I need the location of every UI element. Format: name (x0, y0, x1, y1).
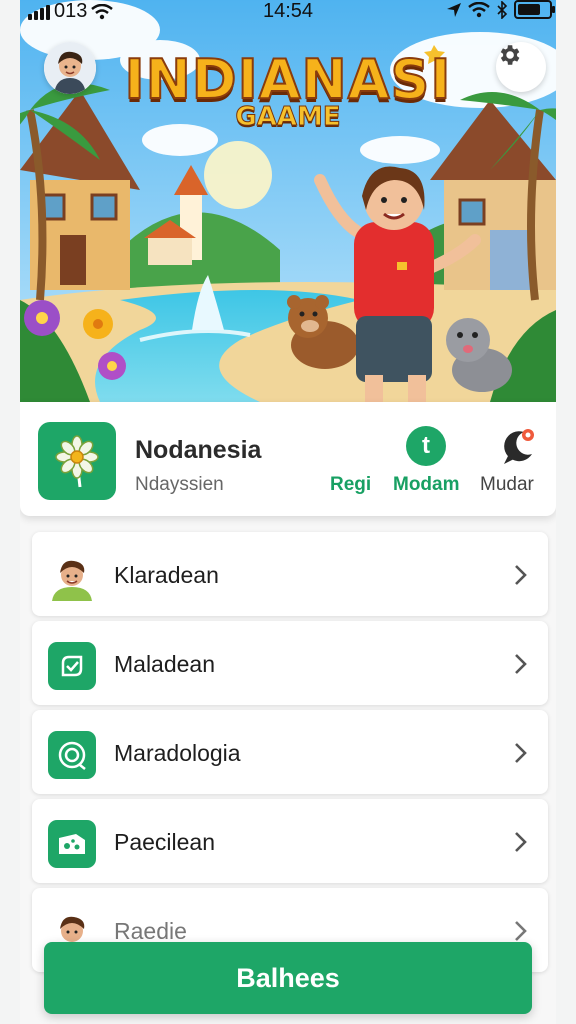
regi-action[interactable]: Regi (330, 474, 371, 496)
app-icon (38, 422, 116, 500)
chevron-right-icon (515, 654, 527, 674)
menu-list: Klaradean Maladean Maradologia Paecilean… (32, 532, 548, 977)
status-bar: 013 14:54 (0, 0, 576, 24)
status-right (446, 0, 555, 19)
primary-action-button[interactable]: Balhees (44, 942, 532, 1014)
bluetooth-icon (497, 0, 508, 19)
chevron-right-icon (515, 565, 527, 585)
list-item[interactable]: Maladean (32, 621, 548, 705)
modam-action[interactable]: Modam (393, 474, 460, 496)
chevron-right-icon (515, 832, 527, 852)
app-screen: INDIANASI GAAME Nodanesia Ndayssien Regi… (20, 0, 556, 1024)
mudar-action[interactable]: Mudar (480, 474, 534, 496)
cheese-icon (48, 820, 96, 868)
app-name: Nodanesia (135, 436, 262, 464)
profile-avatar-button[interactable] (44, 42, 96, 94)
gear-icon (500, 45, 520, 65)
list-item-label: Raedie (114, 918, 187, 944)
moon-chat-icon[interactable] (498, 426, 538, 466)
list-item-label: Maladean (114, 651, 216, 677)
avatar-icon (48, 553, 96, 601)
chevron-right-icon (515, 743, 527, 763)
list-item[interactable]: Paecilean (32, 799, 548, 883)
avatar-icon (44, 42, 96, 94)
plus-circle-icon[interactable]: t (406, 426, 446, 466)
chevron-right-icon (515, 921, 527, 941)
target-icon (48, 731, 96, 779)
battery-icon (514, 0, 555, 19)
list-item[interactable]: Klaradean (32, 532, 548, 616)
location-arrow-icon (447, 2, 461, 17)
hero-banner: INDIANASI GAAME (20, 0, 556, 402)
app-info-card: Nodanesia Ndayssien Regi t Modam Mudar (20, 402, 556, 516)
app-subtitle: Ndayssien (135, 474, 224, 495)
list-item-label: Maradologia (114, 740, 241, 766)
check-badge-icon (48, 642, 96, 690)
game-subtitle: GAAME (235, 102, 341, 133)
list-item-label: Klaradean (114, 562, 219, 588)
settings-button[interactable] (496, 42, 546, 92)
wifi-icon (468, 1, 490, 17)
list-item[interactable]: Maradologia (32, 710, 548, 794)
flower-icon (55, 435, 99, 488)
list-item-label: Paecilean (114, 829, 216, 855)
